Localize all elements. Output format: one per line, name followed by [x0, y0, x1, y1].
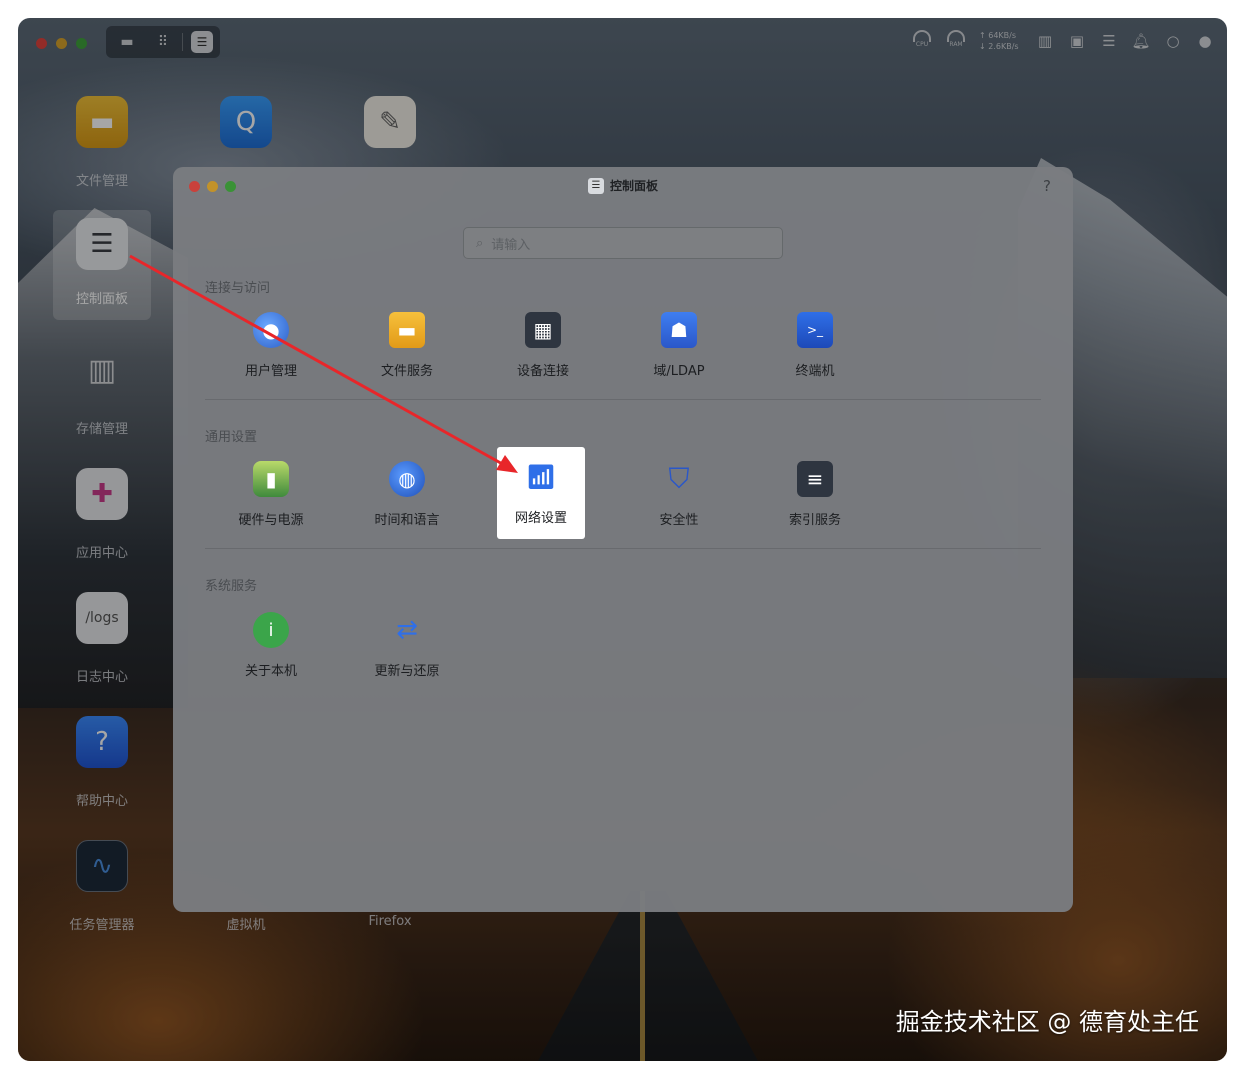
watermark: 掘金技术社区 @ 德育处主任: [895, 1008, 1199, 1036]
annotation-arrow: [129, 254, 518, 473]
desktop-screen: ▬ ⠿ ☰ CPU RAM ↑ 64KB/s ↓ 2.6KB/s ▥ ▣ ☰ 🔔…: [18, 18, 1227, 1061]
annotation-arrow-line: [129, 254, 507, 468]
annotation-arrow-head: [496, 455, 518, 473]
